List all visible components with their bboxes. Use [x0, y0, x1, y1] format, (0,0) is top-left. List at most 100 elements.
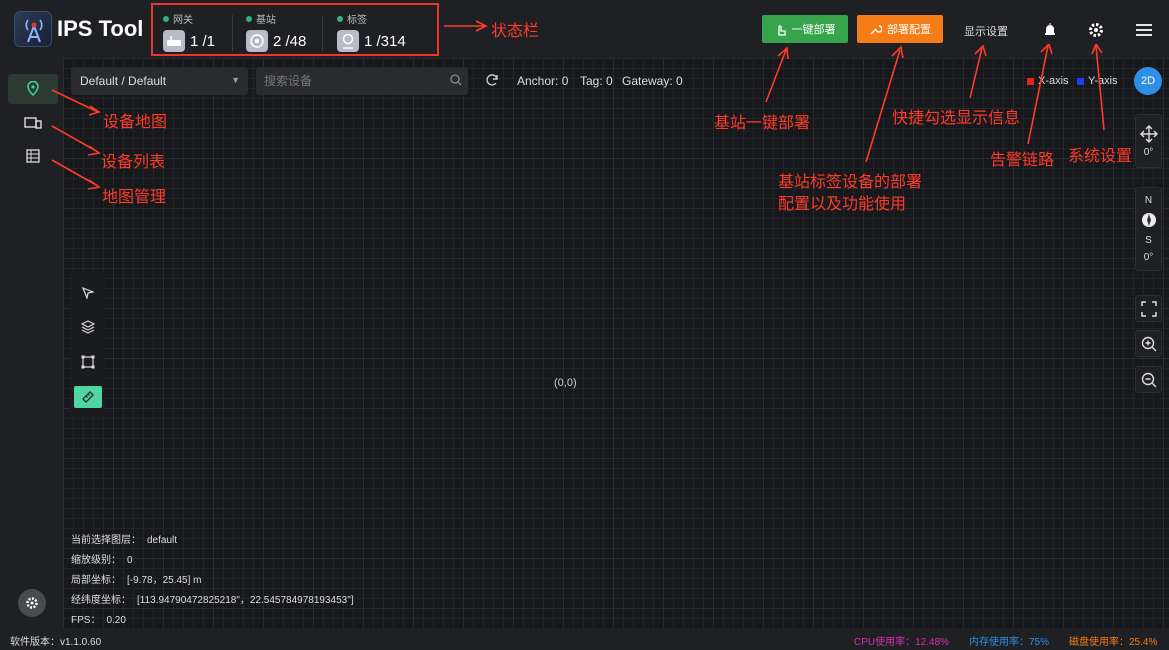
fullscreen-button[interactable] — [1135, 295, 1162, 322]
info-layer-value: default — [147, 535, 178, 546]
gateway-status: 网关 1 /1 — [163, 11, 215, 52]
info-local: 局部坐标： [-9.78，25.45] m — [71, 571, 201, 586]
alarm-icon[interactable] — [1040, 20, 1060, 40]
search-input[interactable] — [256, 67, 468, 95]
info-local-value: [-9.78，25.45] m — [127, 575, 202, 586]
info-fps-value: 0.20 — [106, 615, 126, 626]
info-fps: FPS： 0.20 — [71, 611, 126, 626]
info-fps-label: FPS： — [71, 615, 101, 626]
compass-icon — [1141, 213, 1156, 228]
info-local-label: 局部坐标： — [71, 575, 121, 586]
map-pin-icon — [27, 81, 39, 97]
annotation-status-bar: 状态栏 — [491, 23, 540, 40]
search-icon — [450, 74, 462, 86]
deploy-config-button[interactable]: 部署配置 — [857, 15, 943, 43]
wrench-icon — [870, 24, 882, 35]
layers-icon — [81, 320, 95, 334]
footer: 软件版本：v1.1.0.60 CPU使用率：12.48% 内存使用率：75% 磁… — [0, 628, 1169, 650]
pan-control[interactable]: 0° — [1135, 114, 1162, 168]
online-dot — [163, 15, 169, 22]
gateway-count: 1 /1 — [190, 32, 216, 50]
zoom-out-button[interactable] — [1135, 366, 1162, 393]
config-label: 部署配置 — [887, 24, 931, 36]
display-settings-button[interactable]: 显示设置 — [964, 23, 1008, 39]
menu-icon[interactable] — [1134, 20, 1154, 40]
anchor-icon — [246, 30, 268, 52]
status-bar: 网关 1 /1 基站 2 /48 标签 1 /314 — [151, 3, 439, 56]
layers-tool-button[interactable] — [76, 316, 100, 338]
info-layer: 当前选择图层： default — [71, 531, 177, 546]
annotation-map-manage: 地图管理 — [102, 189, 167, 206]
info-geo: 经纬度坐标： [113.94790472825218"，22.5457849781… — [71, 591, 354, 606]
origin-label: (0,0) — [554, 377, 577, 389]
info-zoom: 缩放级别： 0 — [71, 551, 133, 566]
compass-control[interactable]: N S 0° — [1135, 187, 1162, 271]
tag-icon — [337, 30, 359, 52]
move-icon — [1139, 124, 1158, 143]
view-mode-toggle[interactable]: 2D — [1134, 67, 1162, 95]
info-zoom-value: 0 — [127, 555, 133, 566]
annotation-device-list: 设备列表 — [101, 154, 166, 171]
area-icon — [81, 355, 95, 369]
devices-icon — [24, 117, 42, 129]
zoom-out-icon — [1141, 372, 1156, 387]
annotation-config-line1: 基站标签设备的部署 — [778, 174, 923, 191]
cursor-icon — [82, 287, 94, 299]
online-dot — [246, 15, 252, 22]
info-geo-label: 经纬度坐标： — [71, 595, 131, 606]
chevron-down-icon: ▼ — [231, 75, 240, 85]
north-label: N — [1144, 194, 1153, 206]
gateway-count-label: Gateway: 0 — [622, 74, 683, 88]
annotation-arrow — [444, 20, 488, 32]
annotation-display: 快捷勾选显示信息 — [892, 110, 1021, 127]
divider — [322, 15, 323, 51]
online-dot — [337, 15, 343, 22]
layer-select-value: Default / Default — [80, 74, 167, 88]
building-icon — [26, 149, 40, 163]
app-title: IPS Tool — [57, 16, 144, 41]
software-version: 软件版本：v1.1.0.60 — [10, 637, 102, 648]
annotation-system: 系统设置 — [1068, 148, 1133, 165]
tag-count-label: Tag: 0 — [580, 74, 613, 88]
info-geo-value: [113.94790472825218"，22.545784978193453"… — [137, 595, 354, 606]
heading-value: 0° — [1143, 252, 1154, 264]
info-layer-label: 当前选择图层： — [71, 535, 141, 546]
tag-label: 标签 — [347, 15, 367, 26]
south-label: S — [1145, 234, 1152, 246]
cpu-usage: CPU使用率：12.48% — [854, 637, 950, 648]
info-zoom-label: 缩放级别： — [71, 555, 121, 566]
measure-tool-button[interactable] — [74, 386, 102, 408]
app-logo — [14, 11, 52, 47]
tag-status: 标签 1 /314 — [337, 11, 406, 52]
rotation-value: 0° — [1143, 146, 1154, 158]
gear-icon — [26, 597, 38, 609]
annotation-arrows — [51, 89, 102, 190]
hand-icon — [777, 25, 786, 36]
zoom-in-button[interactable] — [1135, 330, 1162, 357]
draw-toolbar — [70, 272, 105, 417]
memory-usage: 内存使用率：75% — [969, 637, 1050, 648]
zoom-in-icon — [1141, 336, 1156, 351]
gateway-icon — [163, 30, 185, 52]
tag-count: 1 /314 — [364, 32, 406, 50]
layer-select[interactable]: Default / Default ▼ — [71, 67, 248, 95]
one-click-deploy-button[interactable]: 一键部署 — [762, 15, 848, 43]
anchor-label: 基站 — [256, 15, 276, 26]
gear-icon[interactable] — [1086, 20, 1106, 40]
refresh-icon[interactable] — [484, 72, 500, 88]
deploy-label: 一键部署 — [791, 24, 836, 36]
anchor-count-label: Anchor: 0 — [517, 74, 569, 88]
area-tool-button[interactable] — [76, 351, 100, 373]
fullscreen-icon — [1140, 300, 1157, 317]
annotation-config-line2: 配置以及功能使用 — [778, 196, 907, 213]
annotation-alarm: 告警链路 — [990, 152, 1055, 169]
disk-usage: 磁盘使用率：25.4% — [1069, 637, 1158, 648]
ruler-icon — [82, 391, 94, 403]
anchor-status: 基站 2 /48 — [246, 11, 306, 52]
settings-button[interactable] — [18, 589, 46, 617]
annotation-one-click: 基站一键部署 — [714, 115, 811, 132]
antenna-icon — [25, 19, 43, 43]
select-tool-button[interactable] — [76, 282, 100, 304]
anchor-count: 2 /48 — [273, 32, 307, 50]
annotation-device-map: 设备地图 — [103, 114, 168, 131]
